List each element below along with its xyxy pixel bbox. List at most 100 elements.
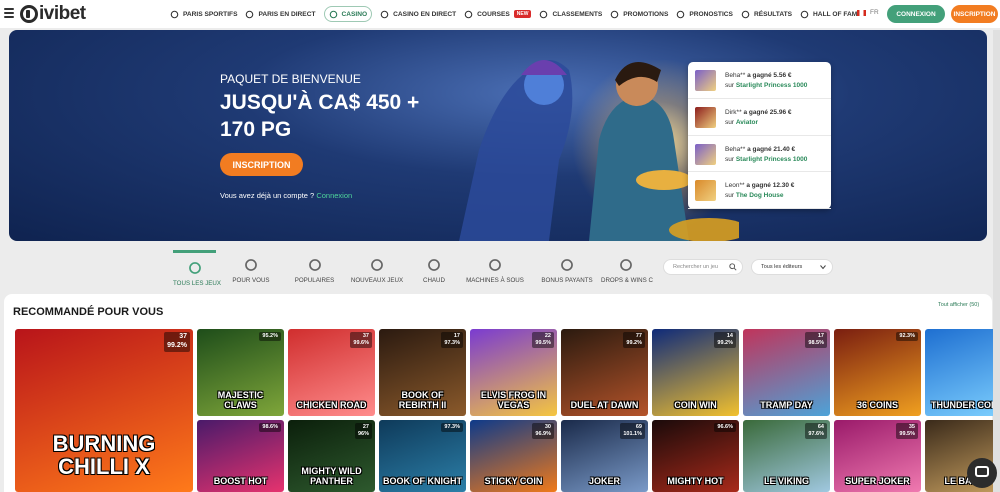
nav-courses[interactable]: COURSES NEW [464,6,532,22]
game-tile[interactable]: 77 99.2% DUEL AT DAWN [561,329,648,416]
hero-signup-button[interactable]: INSCRIPTION [220,153,303,176]
language-code: FR [870,9,879,16]
nav-classements[interactable]: CLASSEMENTS [539,6,602,22]
hero-subtitle: PAQUET DE BIENVENUE [220,72,361,86]
game-tile[interactable]: 64 97.6% LE VIKING [743,420,830,492]
nav-pronostics[interactable]: PRONOSTICS [676,6,733,22]
game-title: SUPER JOKER [845,475,910,486]
game-search-input[interactable]: Rechercher un jeu [663,259,743,275]
hero-banner[interactable]: PAQUET DE BIENVENUE JUSQU'À CA$ 450 + 17… [9,30,987,241]
game-stats-badge: 98.6% [259,423,281,432]
nav-paris-en-direct[interactable]: PARIS EN DIRECT [245,6,316,22]
game-tile[interactable]: 37 99.6% CHICKEN ROAD [288,329,375,416]
signup-button[interactable]: INSCRIPTION [951,5,998,23]
game-title: JOKER [588,475,620,486]
page-scrollbar[interactable] [993,30,1000,492]
nav-casino[interactable]: CASINO [323,6,373,22]
nav-résultats[interactable]: RÉSULTATS [741,6,792,22]
nav-casino-en-direct[interactable]: CASINO EN DIRECT [380,6,456,22]
language-selector[interactable]: FR [857,9,879,16]
winner-row[interactable]: Leon** a gagné 12.30 € sur The Dog House [688,172,831,209]
game-tile[interactable]: 30 96.9% STICKY COIN [470,420,557,492]
winner-line: Leon** a gagné 12.30 € [725,182,794,189]
nav-paris-sportifs[interactable]: PARIS SPORTIFS [170,6,237,22]
category-tab[interactable]: TOUS LES JEUX [173,250,221,290]
game-tile[interactable]: 96.6% MIGHTY HOT [652,420,739,492]
hero-login-link[interactable]: Connexion [316,191,352,200]
game-rtp: 101.1% [623,430,642,437]
winner-on: sur [725,82,735,89]
game-players-count: 37 [362,333,369,339]
nav-label: CASINO [341,10,368,18]
game-tile[interactable]: 27 96% MIGHTY WILD PANTHER [288,420,375,492]
game-tile[interactable]: 22 99.5% ELVIS FROG IN VEGAS [470,329,557,416]
winner-game[interactable]: Starlight Princess 1000 [736,82,808,89]
category-tab[interactable]: DROPS & WINS C [601,250,653,290]
game-tile[interactable]: 35 99.5% SUPER JOKER [834,420,921,492]
nav-hall-of-fame[interactable]: HALL OF FAME [800,6,862,22]
winner-game[interactable]: The Dog House [736,192,784,199]
winner-row[interactable]: Beha** a gagné 21.40 € sur Starlight Prin… [688,136,831,173]
provider-select[interactable]: Tous les éditeurs [751,259,833,275]
game-tile[interactable]: 97.3% BOOK OF KNIGHT [379,420,466,492]
category-tab[interactable]: POUR VOUS [216,250,286,290]
winner-user: Leon** [725,182,745,190]
game-tile[interactable]: 37 99.2% BURNING CHILLI X [15,329,193,492]
winner-row[interactable]: Dirk** a gagné 25.96 € sur Aviator [688,99,831,136]
game-players-count: 27 [362,424,369,430]
game-players-count: 35 [908,424,915,430]
game-tile[interactable]: 95.2% MAJESTIC CLAWS [197,329,284,416]
game-stats-badge: 37 99.2% [164,332,190,352]
category-tab[interactable]: POPULAIRES [286,250,343,290]
game-rtp: 99.5% [899,430,915,437]
game-rtp: 99.2% [626,339,642,346]
game-tile[interactable]: 69 101.1% JOKER [561,420,648,492]
chevron-down-icon [820,265,826,270]
game-thumbnail [695,70,716,91]
logo-text: ivibet [39,3,86,24]
game-rtp: 97.6% [808,430,824,437]
flag-icon [857,9,866,16]
game-title: CHICKEN ROAD [296,399,367,410]
winner-amount: a gagné 5.56 € [747,72,792,79]
hamburger-menu-icon[interactable] [4,8,14,18]
horse-icon [464,10,473,19]
see-all-link[interactable]: Tout afficher (50) [938,302,979,308]
game-tile[interactable]: 17 98.5% TRAMP DAY [743,329,830,416]
category-tab[interactable]: NOUVEAUX JEUX [343,250,411,290]
game-stats-badge: 17 97.3% [441,332,463,348]
category-label: DROPS & WINS C [601,277,653,284]
game-title: TRAMP DAY [760,399,813,410]
logo[interactable]: ivibet [20,3,86,25]
game-title: BOOK OF REBIRTH II [398,390,447,410]
category-tab[interactable]: CHAUD [411,250,457,290]
category-label: POPULAIRES [294,277,335,284]
game-tile[interactable]: THUNDER COINS [925,329,1000,416]
category-tab[interactable]: BONUS PAYANTS [533,250,601,290]
hero-title: JUSQU'À CA$ 450 + 170 PG [220,91,420,141]
login-button[interactable]: CONNEXION [887,5,945,23]
category-label: CHAUD [422,277,445,284]
game-tile[interactable]: 14 99.2% COIN WIN [652,329,739,416]
winner-game[interactable]: Aviator [736,119,758,126]
winner-on: sur [725,118,735,126]
winner-line: Dirk** a gagné 25.96 € [725,109,792,116]
game-tile[interactable]: 17 97.3% BOOK OF REBIRTH II [379,329,466,416]
game-rtp: 98.5% [808,339,824,346]
winner-game[interactable]: Starlight Princess 1000 [736,156,808,163]
nav-promotions[interactable]: PROMOTIONS [610,6,668,22]
nav-label: PROMOTIONS [623,10,669,18]
nav-label: PARIS EN DIRECT [258,10,316,18]
game-tile[interactable]: 98.6% BOOST HOT [197,420,284,492]
winner-user: Beha** [725,145,746,153]
winner-row[interactable]: Beha** a gagné 5.56 € sur Starlight Princ… [688,62,831,99]
category-label: POUR VOUS [232,277,270,284]
game-players-count: 17 [453,333,460,339]
game-players-count: 14 [726,333,733,339]
all-games-icon [188,261,202,275]
search-icon[interactable] [729,263,737,271]
chat-button[interactable] [967,458,997,488]
category-tab[interactable]: MACHINES À SOUS [457,250,533,290]
game-tile[interactable]: 92.3% 36 COINS [834,329,921,416]
game-rtp: 96% [357,430,369,437]
